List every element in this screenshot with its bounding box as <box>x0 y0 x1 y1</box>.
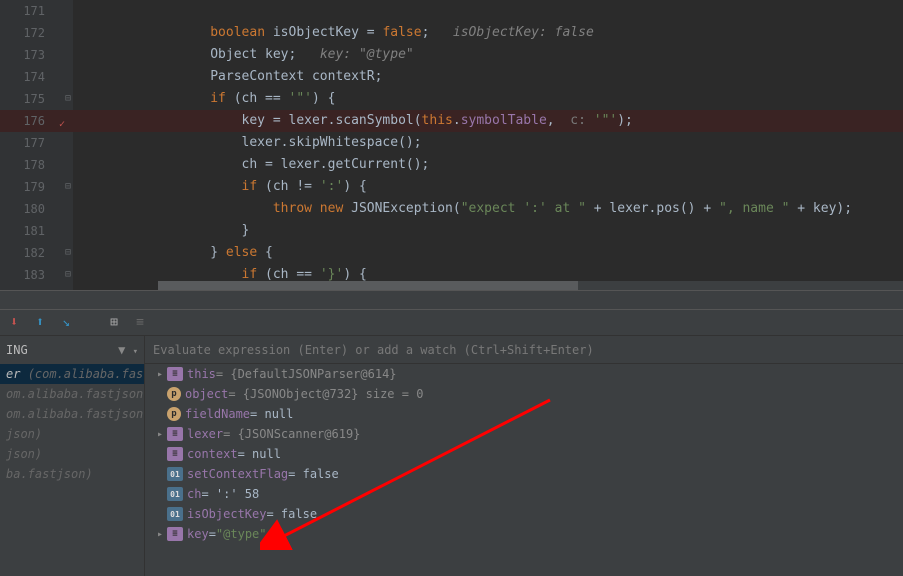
code-area[interactable]: boolean isObjectKey = false; isObjectKey… <box>73 0 903 290</box>
param-icon: p <box>167 407 181 421</box>
stack-frame[interactable]: er (com.alibaba.fastjson. <box>0 364 144 384</box>
code-line: } <box>73 220 903 242</box>
object-icon: ≡ <box>167 427 183 441</box>
export-icon[interactable]: ↘ <box>58 315 74 331</box>
line-number: 181 <box>0 220 73 242</box>
calculator-icon[interactable]: ⊞ <box>106 315 122 331</box>
evaluate-input[interactable]: Evaluate expression (Enter) or add a wat… <box>145 336 903 364</box>
line-number: 178 <box>0 154 73 176</box>
param-icon: p <box>167 387 181 401</box>
expand-icon[interactable]: ▸ <box>153 429 167 440</box>
var-row[interactable]: 01isObjectKey = false <box>145 504 903 524</box>
variables-panel[interactable]: Evaluate expression (Enter) or add a wat… <box>145 336 903 576</box>
code-line: throw new JSONException("expect ':' at "… <box>73 198 903 220</box>
object-icon: ≡ <box>167 527 183 541</box>
stack-frame[interactable]: ba.fastjson) <box>0 464 144 484</box>
stack-frame[interactable]: om.alibaba.fastjson.parse <box>0 384 144 404</box>
download-icon[interactable]: ⬇ <box>6 315 22 331</box>
code-line: boolean isObjectKey = false; isObjectKey… <box>73 22 903 44</box>
stack-frame[interactable]: json) <box>0 424 144 444</box>
var-row[interactable]: 01ch = ':' 58 <box>145 484 903 504</box>
fold-icon[interactable]: ⊟ <box>61 176 71 198</box>
panel-divider[interactable] <box>0 290 903 310</box>
line-number: 172 <box>0 22 73 44</box>
line-number: 182⊟ <box>0 242 73 264</box>
code-editor[interactable]: 171 172 173 174 175⊟ 176✓ 177 178 179⊟ 1… <box>0 0 903 290</box>
code-line: Object key; key: "@type" <box>73 44 903 66</box>
list-icon[interactable]: ≡ <box>132 315 148 331</box>
var-row[interactable]: ≡context = null <box>145 444 903 464</box>
scrollbar-horizontal[interactable] <box>158 281 903 290</box>
expand-icon[interactable]: ▸ <box>153 369 167 380</box>
var-row[interactable]: pobject = {JSONObject@732} size = 0 <box>145 384 903 404</box>
upload-icon[interactable]: ⬆ <box>32 315 48 331</box>
code-line <box>73 0 903 22</box>
line-number: 179⊟ <box>0 176 73 198</box>
stack-frame[interactable]: json) <box>0 444 144 464</box>
code-line: if (ch != ':') { <box>73 176 903 198</box>
line-number: 180 <box>0 198 73 220</box>
dropdown-icon[interactable]: ▾ <box>133 347 138 357</box>
bool-icon: 01 <box>167 487 183 501</box>
scrollbar-thumb[interactable] <box>158 281 578 290</box>
line-number: 174 <box>0 66 73 88</box>
code-line: } else { <box>73 242 903 264</box>
var-row[interactable]: ▸≡key = "@type" <box>145 524 903 544</box>
frames-panel[interactable]: ING ▼ ▾ er (com.alibaba.fastjson. om.ali… <box>0 336 145 576</box>
var-row[interactable]: ▸≡lexer = {JSONScanner@619} <box>145 424 903 444</box>
fold-icon[interactable]: ⊟ <box>61 264 71 286</box>
var-row[interactable]: pfieldName = null <box>145 404 903 424</box>
code-line: if (ch == '"') { <box>73 88 903 110</box>
code-line: ParseContext contextR; <box>73 66 903 88</box>
line-number: 173 <box>0 44 73 66</box>
code-line: ch = lexer.getCurrent(); <box>73 154 903 176</box>
object-icon: ≡ <box>167 367 183 381</box>
gutter: 171 172 173 174 175⊟ 176✓ 177 178 179⊟ 1… <box>0 0 73 290</box>
code-line-current: key = lexer.scanSymbol(this.symbolTable,… <box>73 110 903 132</box>
line-number: 171 <box>0 0 73 22</box>
stack-frame[interactable]: om.alibaba.fastjson.parse <box>0 404 144 424</box>
fold-icon[interactable]: ⊟ <box>61 242 71 264</box>
line-number-breakpoint[interactable]: 176✓ <box>0 110 73 132</box>
filter-icon[interactable]: ▼ <box>118 343 125 357</box>
frames-header: ING ▼ ▾ <box>0 336 144 364</box>
fold-icon[interactable]: ⊟ <box>61 88 71 110</box>
debug-panel: ING ▼ ▾ er (com.alibaba.fastjson. om.ali… <box>0 336 903 576</box>
line-number: 175⊟ <box>0 88 73 110</box>
line-number: 177 <box>0 132 73 154</box>
debug-toolbar: ⬇ ⬆ ↘ ⊞ ≡ <box>0 310 903 336</box>
bool-icon: 01 <box>167 507 183 521</box>
var-row[interactable]: 01setContextFlag = false <box>145 464 903 484</box>
object-icon: ≡ <box>167 447 183 461</box>
bool-icon: 01 <box>167 467 183 481</box>
expand-icon[interactable]: ▸ <box>153 529 167 540</box>
code-line: lexer.skipWhitespace(); <box>73 132 903 154</box>
var-row[interactable]: ▸≡this = {DefaultJSONParser@614} <box>145 364 903 384</box>
line-number: 183⊟ <box>0 264 73 286</box>
